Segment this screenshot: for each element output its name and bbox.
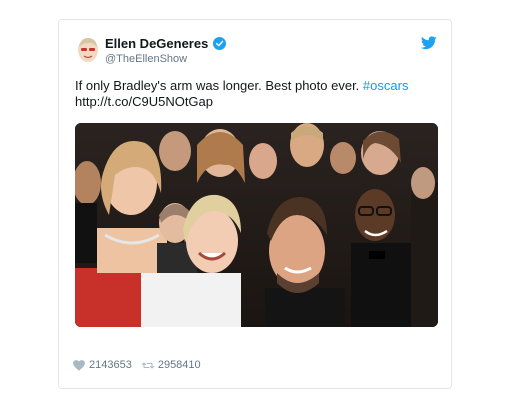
tweet-text-main: If only Bradley's arm was longer. Best p… [75,78,360,93]
heart-icon [73,359,85,371]
hashtag-link[interactable]: #oscars [363,78,409,93]
like-action[interactable]: 2143653 [73,359,132,371]
selfie-image [75,123,438,327]
retweet-count: 2958410 [157,359,201,371]
author-name[interactable]: Ellen DeGeneres [105,36,227,51]
verified-badge-icon [213,37,227,50]
tweet-text: If only Bradley's arm was longer. Best p… [75,78,435,110]
tweet-card: Ellen DeGeneres @TheEllenShow If only Br… [58,19,452,389]
retweet-action[interactable]: 2958410 [141,359,201,371]
tweet-actions: 2143653 2958410 [73,359,211,371]
retweet-icon [141,362,154,368]
author-avatar[interactable] [77,37,99,63]
twitter-bird-icon[interactable] [421,36,437,50]
tweet-url[interactable]: http://t.co/C9U5NOtGap [75,94,213,109]
author-handle[interactable]: @TheEllenShow [105,53,187,65]
like-count: 2143653 [89,359,132,371]
author-name-text[interactable]: Ellen DeGeneres [105,36,208,51]
tweet-photo[interactable] [75,123,438,327]
